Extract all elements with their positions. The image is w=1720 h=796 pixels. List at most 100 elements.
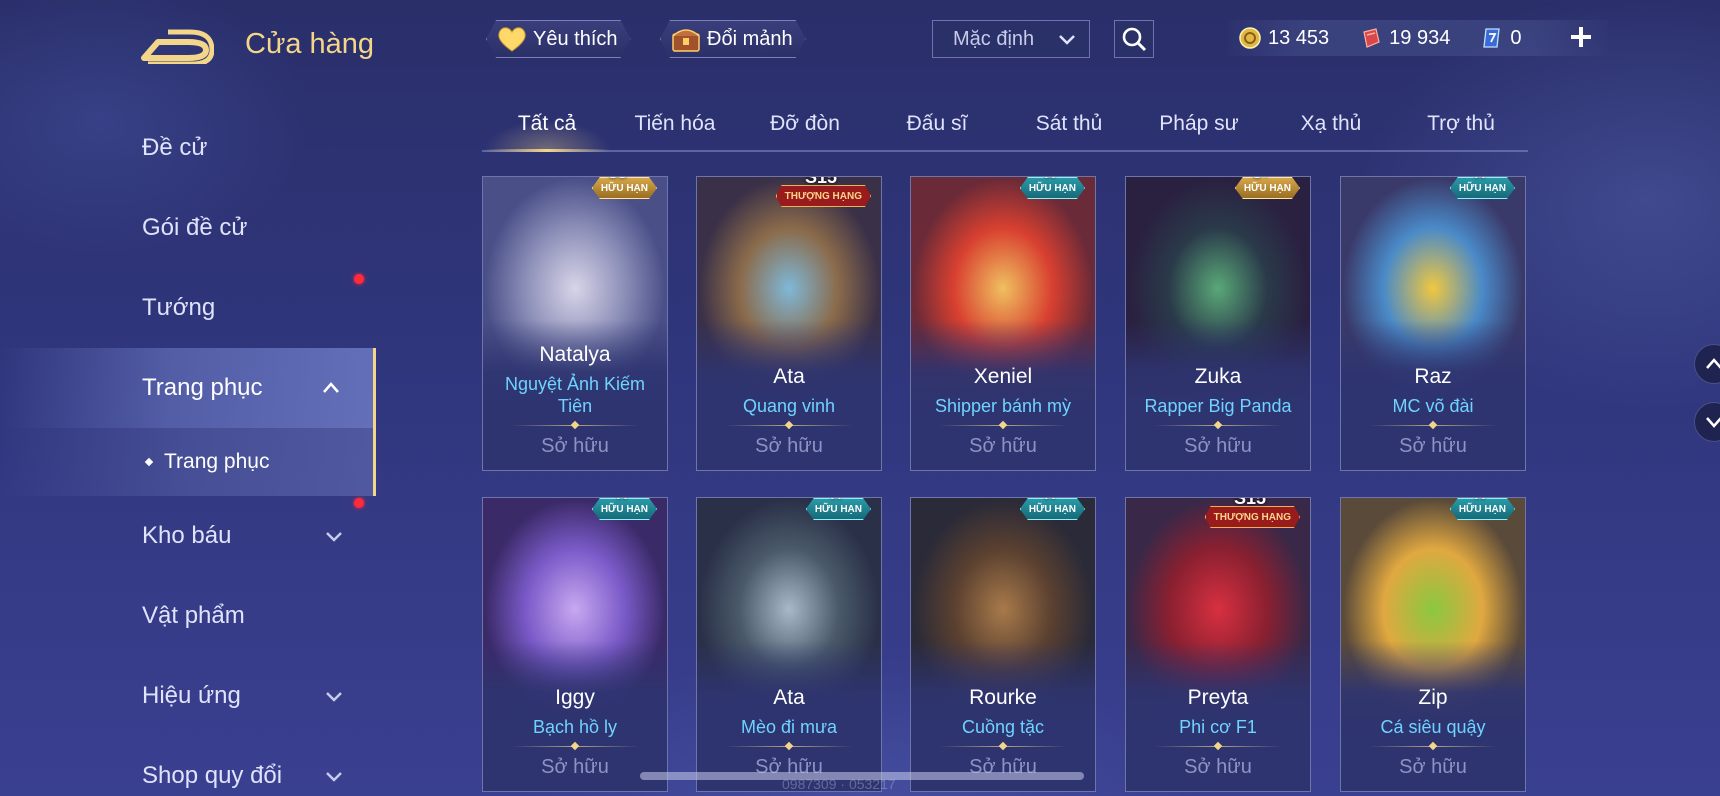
owned-status: Sở hữu xyxy=(1399,756,1467,778)
sidebar-subitem-label: Trang phục xyxy=(164,450,270,473)
chevron-up-icon xyxy=(1706,358,1720,369)
badge-tier-label: A xyxy=(1475,177,1485,181)
skin-card[interactable]: THƯỢNG HẠNG S15 Preyta Phi cơ F1 Sở hữu xyxy=(1125,497,1311,792)
sidebar-item-trang-phuc[interactable]: Trang phục xyxy=(0,348,376,428)
treasure-chest-icon xyxy=(669,24,703,54)
chevron-down-icon xyxy=(326,692,342,702)
rank-badge: THƯỢNG HẠNG xyxy=(776,185,871,207)
sidebar-item-tuong[interactable]: Tướng xyxy=(0,268,376,348)
hero-name: Ata xyxy=(773,686,805,709)
hero-name: Zip xyxy=(1418,686,1448,709)
tab-sat-thu[interactable]: Sát thủ xyxy=(1014,112,1124,136)
sidebar-menu: Đề cử Gói đề cử Tướng Trang phục Trang p… xyxy=(0,108,376,796)
skin-card[interactable]: THƯỢNG HẠNG S15 Ata Quang vinh Sở hữu xyxy=(696,176,882,471)
scroll-down-button[interactable] xyxy=(1694,402,1720,442)
sidebar-item-goi-de-cu[interactable]: Gói đề cử xyxy=(0,188,376,284)
bullet-diamond-icon xyxy=(144,457,154,467)
scroll-up-button[interactable] xyxy=(1694,344,1720,384)
skin-name: Mèo đi mưa xyxy=(740,717,838,737)
card-divider xyxy=(1154,425,1282,426)
hero-name: Iggy xyxy=(555,686,595,709)
rank-badge: THƯỢNG HẠNG xyxy=(1205,506,1300,528)
favorites-button[interactable]: Yêu thích xyxy=(486,20,631,58)
owned-status: Sở hữu xyxy=(1184,435,1252,457)
hero-name: Preyta xyxy=(1187,686,1249,709)
sidebar-item-vat-pham[interactable]: Vật phẩm xyxy=(0,576,376,656)
red-voucher-icon xyxy=(1363,28,1380,48)
chevron-up-icon xyxy=(323,382,339,393)
badge-tier-label: A xyxy=(831,498,841,502)
tab-dau-si[interactable]: Đấu sĩ xyxy=(882,112,992,136)
sidebar-item-label: Đề cử xyxy=(142,134,208,161)
sidebar-item-hieu-ung[interactable]: Hiệu ứng xyxy=(0,656,376,736)
search-button[interactable] xyxy=(1114,20,1154,58)
chevron-down-icon xyxy=(326,532,342,542)
sort-value: Mặc định xyxy=(953,27,1035,50)
notification-dot xyxy=(354,498,364,508)
card-divider xyxy=(511,746,639,747)
sidebar-item-label: Hiệu ứng xyxy=(142,682,241,709)
hero-name: Ata xyxy=(773,365,805,388)
skin-card[interactable]: HỮU HẠNAZipCá siêu quậySở hữu xyxy=(1340,497,1526,792)
skin-card[interactable]: HỮU HẠNAAtaMèo đi mưaSở hữu xyxy=(696,497,882,792)
gold-coin-icon xyxy=(1239,27,1261,49)
tab-tien-hoa[interactable]: Tiến hóa xyxy=(620,112,730,136)
tab-do-don[interactable]: Đỡ đòn xyxy=(750,112,860,136)
skin-name: Cá siêu quậy xyxy=(1380,717,1486,737)
badge-tier-label: A xyxy=(1475,498,1485,502)
search-icon xyxy=(1122,27,1147,52)
card-divider xyxy=(511,425,639,426)
card-divider xyxy=(1154,746,1282,747)
exchange-fragments-button[interactable]: Đổi mảnh xyxy=(660,20,806,58)
skin-name: Phi cơ F1 xyxy=(1179,717,1257,737)
hero-name: Raz xyxy=(1414,365,1452,388)
badge-tier-label: A xyxy=(617,498,627,502)
card-divider xyxy=(1369,425,1497,426)
back-button[interactable] xyxy=(140,24,215,67)
active-tab-underline xyxy=(484,149,610,152)
card-divider xyxy=(939,425,1067,426)
skin-card[interactable]: HỮU HẠNS+ZukaRapper Big PandaSở hữu xyxy=(1125,176,1311,471)
skin-name: Shipper bánh mỳ xyxy=(934,396,1072,416)
diamond-currency: 0 xyxy=(1470,26,1521,50)
tab-phap-su[interactable]: Pháp sư xyxy=(1144,112,1254,136)
sidebar-subitem-trang-phuc[interactable]: Trang phục xyxy=(0,428,376,496)
favorites-label: Yêu thích xyxy=(533,27,618,50)
tab-xa-thu[interactable]: Xạ thủ xyxy=(1276,112,1386,136)
sidebar-item-de-cu[interactable]: Đề cử xyxy=(0,108,376,188)
skin-card[interactable]: HỮU HẠNAXenielShipper bánh mỳSở hữu xyxy=(910,176,1096,471)
back-arrow-icon xyxy=(141,29,215,67)
blue-ticket-icon xyxy=(1483,28,1501,48)
card-divider xyxy=(725,746,853,747)
skin-grid: HỮU HẠNSSNatalyaNguyệt Ảnh Kiếm TiênSở h… xyxy=(482,176,1528,796)
badge-tier-label: S+ xyxy=(1252,177,1270,181)
voucher-currency: 19 934 xyxy=(1349,26,1450,50)
skin-card[interactable]: HỮU HẠNSSNatalyaNguyệt Ảnh Kiếm TiênSở h… xyxy=(482,176,668,471)
badge-tier-label: SS xyxy=(608,177,627,181)
card-divider xyxy=(939,746,1067,747)
tab-tat-ca[interactable]: Tất cả xyxy=(492,112,602,136)
sort-dropdown[interactable]: Mặc định xyxy=(932,20,1090,58)
hero-name: Zuka xyxy=(1194,365,1242,388)
top-up-button[interactable] xyxy=(1566,22,1596,52)
sidebar-item-label: Shop quy đổi xyxy=(142,762,283,789)
currency-bar: 13 453 19 934 0 xyxy=(1228,20,1608,56)
owned-status: Sở hữu xyxy=(969,435,1037,457)
sidebar-item-label: Tướng xyxy=(142,294,216,321)
card-divider xyxy=(725,425,853,426)
sidebar-item-kho-bau[interactable]: Kho báu xyxy=(0,496,376,576)
skin-card[interactable]: HỮU HẠNARourkeCuồng tặcSở hữu xyxy=(910,497,1096,792)
hero-name: Natalya xyxy=(539,343,611,366)
sidebar-item-label: Gói đề cử xyxy=(142,214,248,241)
hero-name: Xeniel xyxy=(973,365,1033,388)
sidebar-item-shop-quy-doi[interactable]: Shop quy đổi xyxy=(0,736,376,796)
chevron-down-icon xyxy=(1706,417,1720,428)
skin-card[interactable]: HỮU HẠNAIggyBạch hồ lySở hữu xyxy=(482,497,668,792)
owned-status: Sở hữu xyxy=(755,435,823,457)
tab-tro-thu[interactable]: Trợ thủ xyxy=(1406,112,1516,136)
skin-card[interactable]: HỮU HẠNARazMC võ đàiSở hữu xyxy=(1340,176,1526,471)
skin-name: MC võ đài xyxy=(1392,396,1474,416)
badge-tier-label: A xyxy=(1045,498,1055,502)
skin-name: Bạch hồ ly xyxy=(532,717,618,737)
skin-name: Quang vinh xyxy=(742,396,836,416)
